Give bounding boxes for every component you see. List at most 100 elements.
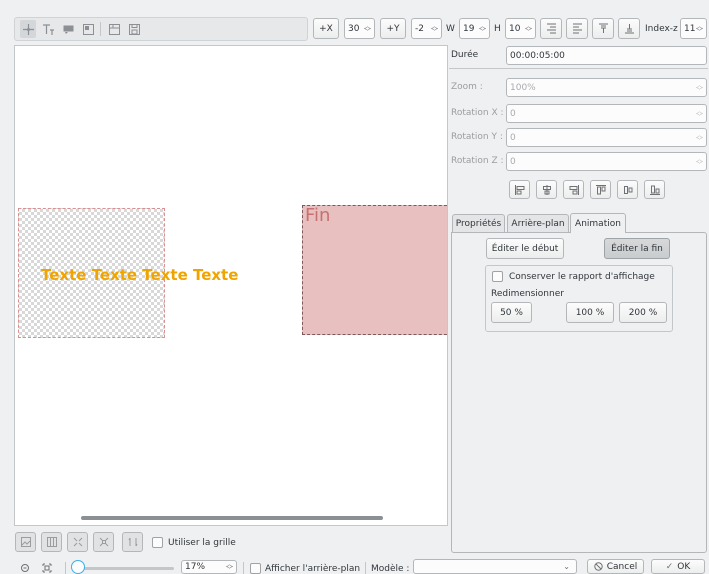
rotation-x-spinbox[interactable]: 0 ︿ ﹀ [506,104,707,123]
edit-end-button[interactable]: Éditer la fin [604,238,670,259]
fit-width-button[interactable] [67,532,88,552]
text-tool-icon[interactable] [40,20,56,38]
align-item-vcenter-button[interactable] [617,180,638,199]
index-z-spinbox[interactable]: 11 ︿ ﹀ [680,18,707,39]
resize-100-button[interactable]: 100 % [566,302,614,323]
zoom-out-icon[interactable] [18,561,32,574]
rotation-y-value: 0 [510,132,516,143]
align-item-hcenter-button[interactable] [536,180,557,199]
separator [243,562,244,574]
separator [365,562,366,574]
template-label: Modèle : [371,564,410,574]
use-grid-checkbox[interactable] [152,537,163,548]
align-top-edge-icon [595,184,606,194]
text-item[interactable]: Texte Texte Texte Texte [41,266,238,284]
y-position-spinbox[interactable]: -2 ︿ ﹀ [411,18,442,39]
align-left-icon [572,23,582,34]
zoom-slider-track[interactable] [78,567,174,570]
toolbar-separator [100,22,101,36]
show-background-checkbox[interactable] [250,563,261,574]
spin-arrows-icon[interactable]: ︿ ﹀ [364,22,371,35]
zoom-percent-value: 17% [185,562,206,572]
resize-50-button[interactable]: 50 % [491,302,532,323]
plus-x-button[interactable]: +X [313,18,339,39]
align-item-left-button[interactable] [509,180,530,199]
fit-zoom-button[interactable] [15,532,36,552]
swap-button[interactable] [122,532,143,552]
ok-label: OK [677,561,691,572]
duration-label: Durée [451,50,479,60]
use-grid-label: Utiliser la grille [168,538,236,548]
fin-label: Fin [305,205,331,226]
align-top-button[interactable] [592,18,614,39]
zoom-separator [65,562,66,574]
shrink-icon [99,537,108,547]
align-right-button[interactable] [540,18,562,39]
align-bottom-button[interactable] [618,18,640,39]
spin-arrows-icon[interactable]: ︿ ﹀ [696,155,703,168]
spin-arrows-icon[interactable]: ︿ ﹀ [431,22,438,35]
spin-arrows-icon[interactable]: ︿ ﹀ [696,107,703,120]
spin-arrows-icon[interactable]: ︿ ﹀ [226,561,233,573]
align-item-bottom-button[interactable] [644,180,665,199]
align-item-top-button[interactable] [590,180,611,199]
spin-arrows-icon[interactable]: ︿ ﹀ [525,22,532,35]
end-viewport-rect[interactable]: Fin [302,205,447,335]
index-z-label: Index-z [645,24,678,34]
save-document-icon[interactable] [126,20,142,38]
align-left-button[interactable] [566,18,588,39]
zoom-spinbox[interactable]: 100% ︿ ﹀ [506,78,707,97]
canvas-view[interactable]: Fin Texte Texte Texte Texte [14,45,448,526]
resize-200-button[interactable]: 200 % [619,302,667,323]
expand-icon [73,537,82,547]
rotation-x-value: 0 [510,108,516,119]
rotation-y-spinbox[interactable]: 0 ︿ ﹀ [506,128,707,147]
panel-divider [449,68,708,69]
height-value: 10 [509,23,521,34]
tab-arriere-plan[interactable]: Arrière-plan [507,214,569,232]
fit-height-button[interactable] [93,532,114,552]
x-position-value: 30 [348,23,360,34]
rotation-y-label: Rotation Y : [451,132,503,142]
tab-animation[interactable]: Animation [570,213,626,233]
show-background-label: Afficher l'arrière-plan [265,564,361,574]
cancel-icon [594,562,603,571]
duration-field[interactable]: 00:00:05:00 [506,46,707,65]
align-left-edge-icon [514,184,524,195]
select-tool-icon[interactable] [20,20,36,38]
width-spinbox[interactable]: 19 ︿ ﹀ [459,18,490,39]
edit-start-button[interactable]: Éditer le début [486,238,564,259]
template-dropdown[interactable]: ⌄ [413,559,577,574]
spin-arrows-icon[interactable]: ︿ ﹀ [696,22,703,35]
x-position-spinbox[interactable]: 30 ︿ ﹀ [344,18,375,39]
rotation-x-label: Rotation X : [451,108,504,118]
image-tool-icon[interactable] [80,20,96,38]
horizontal-scrollbar[interactable] [81,516,383,520]
y-position-value: -2 [415,23,424,34]
align-right-icon [546,23,556,34]
picture-icon [20,537,31,547]
zoom-percent-spinbox[interactable]: 17% ︿ ﹀ [181,560,237,574]
rotation-z-spinbox[interactable]: 0 ︿ ﹀ [506,152,707,171]
cancel-button[interactable]: Cancel [587,559,644,574]
spin-arrows-icon[interactable]: ︿ ﹀ [696,81,703,94]
ok-button[interactable]: ✓ OK [651,559,705,574]
zoom-slider-handle[interactable] [71,560,85,574]
spin-arrows-icon[interactable]: ︿ ﹀ [696,131,703,144]
open-document-icon[interactable] [106,20,122,38]
zoom-fit-icon[interactable] [40,561,54,574]
tab-proprietes[interactable]: Propriétés [452,214,505,232]
align-item-right-button[interactable] [563,180,584,199]
keep-ratio-checkbox[interactable] [492,271,503,282]
rectangle-tool-icon[interactable] [60,20,76,38]
height-spinbox[interactable]: 10 ︿ ﹀ [505,18,536,39]
align-hcenter-icon [542,184,551,195]
plus-y-button[interactable]: +Y [380,18,406,39]
align-bottom-icon [624,24,634,34]
align-right-edge-icon [569,184,579,195]
zoom-value: 100% [510,82,536,93]
swap-icon [128,537,137,547]
spin-arrows-icon[interactable]: ︿ ﹀ [479,22,486,35]
align-top-icon [598,23,608,33]
center-button[interactable] [41,532,62,552]
